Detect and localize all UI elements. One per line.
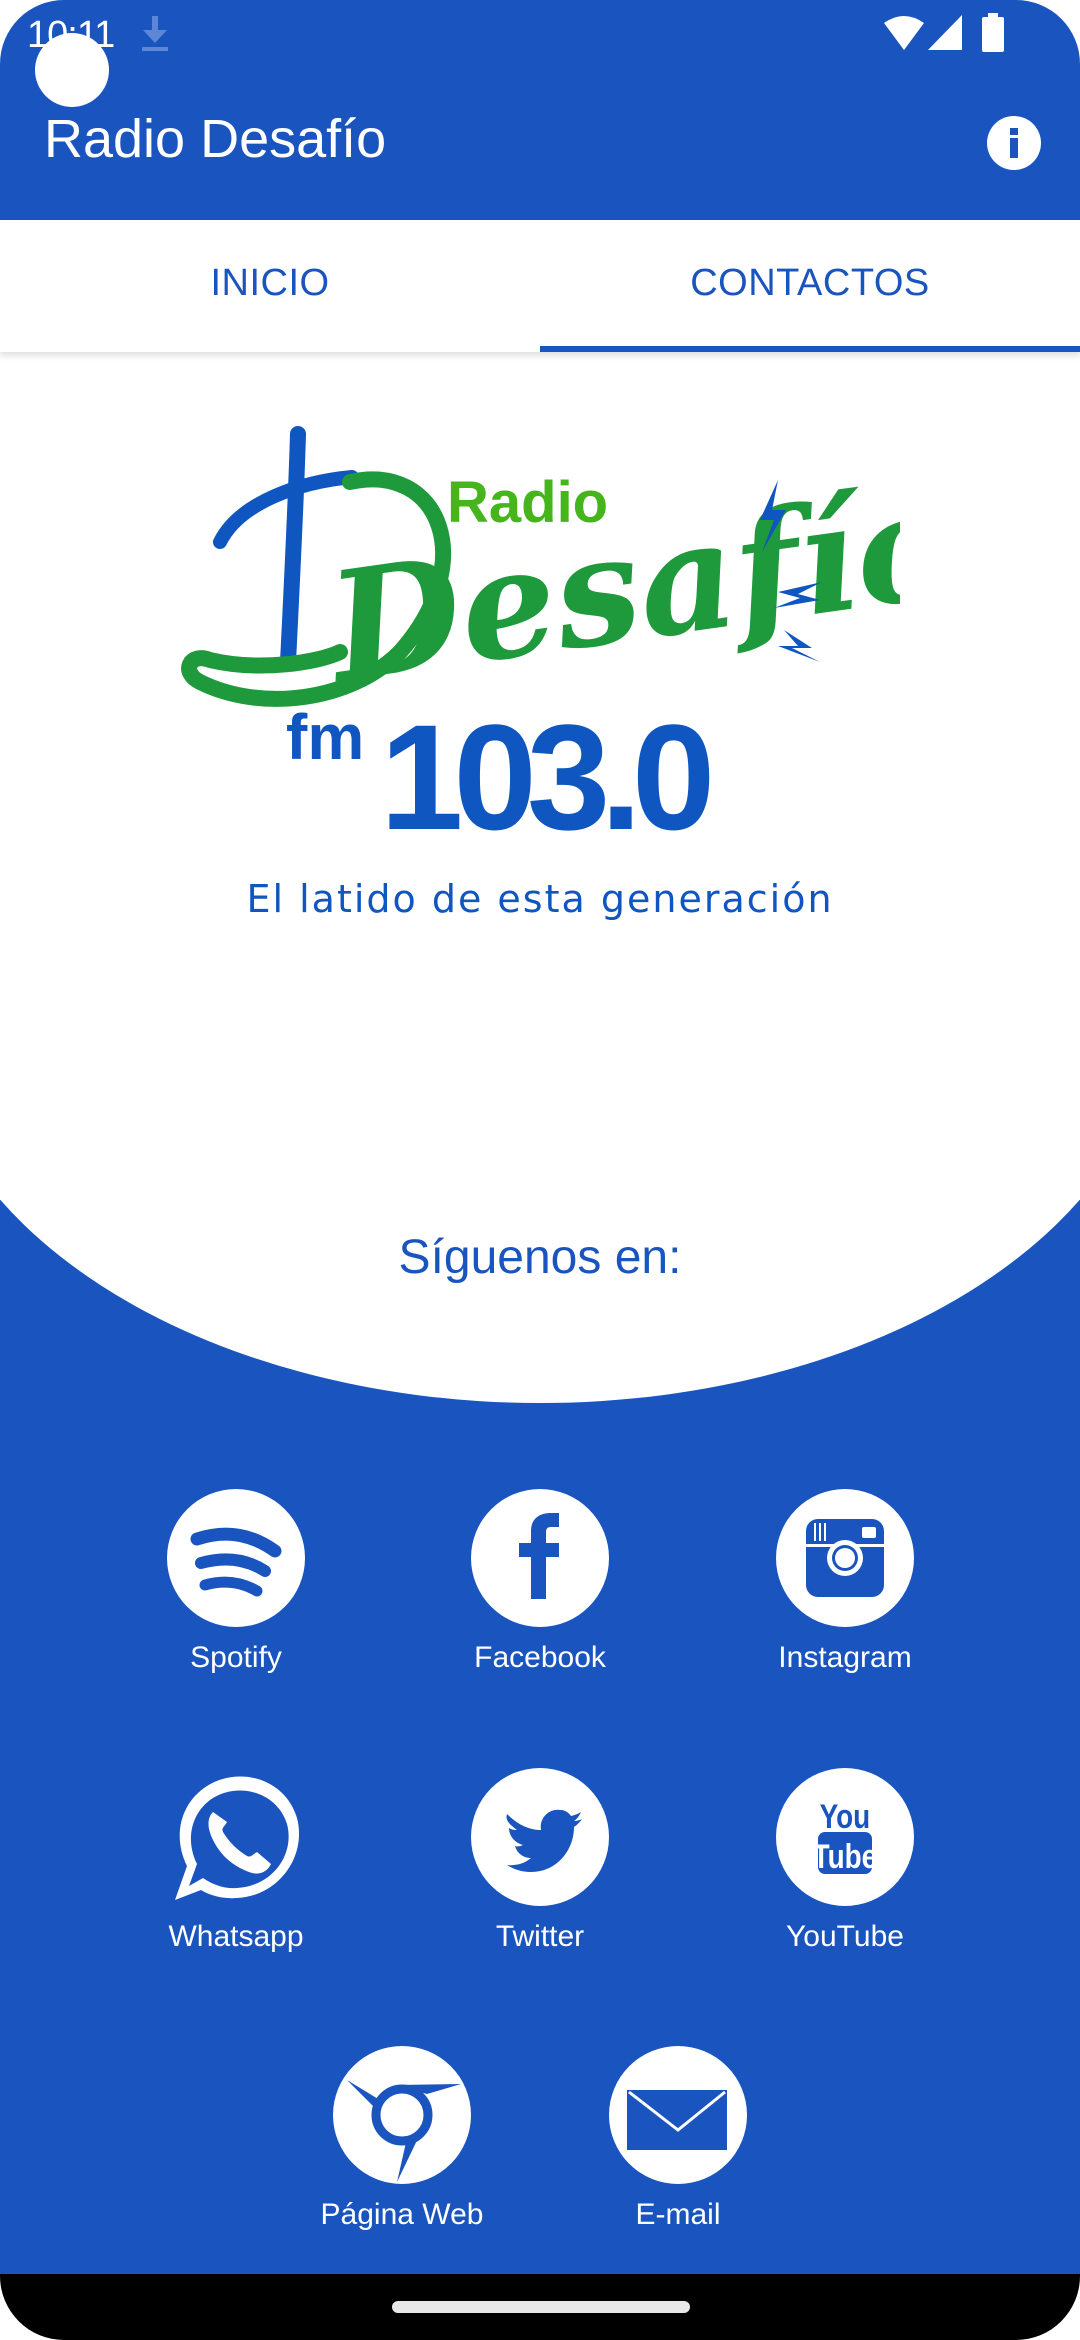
- youtube-icon[interactable]: You Tube: [776, 1768, 914, 1906]
- social-label: Instagram: [778, 1641, 912, 1674]
- social-label: YouTube: [786, 1920, 904, 1953]
- social-web[interactable]: Página Web: [292, 2046, 512, 2232]
- facebook-icon[interactable]: [471, 1489, 609, 1627]
- home-gesture-handle[interactable]: [392, 2301, 690, 2313]
- battery-icon: [982, 13, 1004, 52]
- social-facebook[interactable]: Facebook: [430, 1489, 650, 1675]
- download-icon: [142, 16, 168, 51]
- svg-text:You: You: [820, 1797, 871, 1835]
- social-spotify[interactable]: Spotify: [126, 1489, 346, 1675]
- email-icon[interactable]: [609, 2046, 747, 2184]
- instagram-icon[interactable]: [776, 1489, 914, 1627]
- social-whatsapp[interactable]: Whatsapp: [126, 1768, 346, 1954]
- tab-contactos[interactable]: CONTACTOS: [540, 220, 1080, 352]
- svg-text:Tube: Tube: [813, 1837, 878, 1875]
- logo-cross-bar: [213, 470, 359, 549]
- tab-inicio[interactable]: INICIO: [0, 220, 540, 352]
- contacts-content: Radio Desafío fm 103.0 El latido de esta…: [0, 352, 1080, 2274]
- signal-icon: [928, 15, 962, 50]
- camera-cutout: [35, 33, 109, 107]
- system-nav-bar: [0, 2274, 1080, 2340]
- follow-us-title: Síguenos en:: [398, 1231, 682, 1284]
- logo-frequency: 103.0: [380, 693, 710, 861]
- social-youtube[interactable]: You Tube YouTube: [735, 1768, 955, 1954]
- logo-fm: fm: [286, 701, 364, 773]
- social-label: Facebook: [474, 1641, 606, 1674]
- social-label: Página Web: [320, 2198, 484, 2231]
- logo-cross-stroke: [280, 426, 306, 670]
- tab-bar: INICIO CONTACTOS: [0, 220, 1080, 352]
- social-instagram[interactable]: Instagram: [735, 1489, 955, 1675]
- info-icon[interactable]: [986, 115, 1042, 171]
- app-title: Radio Desafío: [44, 109, 387, 169]
- social-email[interactable]: E-mail: [568, 2046, 788, 2232]
- web-icon[interactable]: [333, 2046, 471, 2184]
- app-bar: 10:11 Radio Desafío: [0, 0, 1080, 220]
- social-label: Whatsapp: [168, 1920, 304, 1953]
- social-twitter[interactable]: Twitter: [430, 1768, 650, 1954]
- logo-slogan: El latido de esta generación: [246, 877, 833, 921]
- social-label: Spotify: [190, 1641, 282, 1674]
- spotify-icon[interactable]: [167, 1489, 305, 1627]
- social-label: E-mail: [635, 2198, 721, 2231]
- twitter-icon[interactable]: [471, 1768, 609, 1906]
- screen: 10:11 Radio Desafío INICIO CONTACTOS: [0, 0, 1080, 2340]
- radio-desafio-logo: Radio Desafío fm 103.0 El latido de esta…: [181, 426, 900, 921]
- whatsapp-icon[interactable]: [167, 1768, 305, 1906]
- social-label: Twitter: [495, 1920, 585, 1953]
- wifi-icon: [884, 16, 924, 50]
